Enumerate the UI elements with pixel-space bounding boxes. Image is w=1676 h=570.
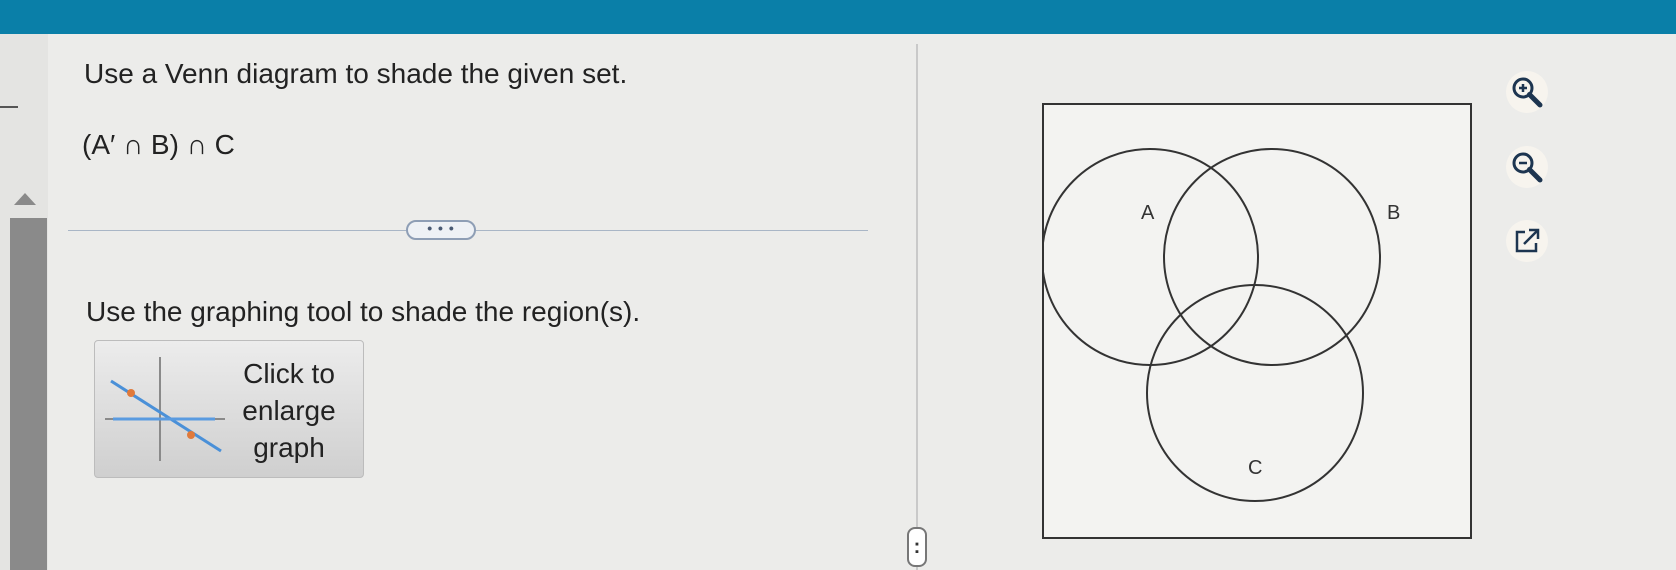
label-b: B — [1387, 202, 1400, 224]
zoom-out-icon — [1512, 152, 1543, 183]
enlarge-label-line-3: graph — [253, 432, 325, 463]
scroll-up-arrow-icon[interactable] — [14, 193, 36, 205]
scrollbar-track[interactable] — [10, 218, 47, 570]
label-a: A — [1141, 202, 1155, 224]
zoom-out-button[interactable] — [1506, 146, 1548, 188]
top-bar — [0, 0, 1676, 34]
label-c: C — [1248, 457, 1262, 479]
zoom-in-button[interactable] — [1506, 71, 1548, 113]
enlarge-label-line-1: Click to — [243, 358, 335, 389]
external-link-icon — [1515, 228, 1540, 253]
pane-resize-handle[interactable]: : — [907, 527, 927, 567]
enlarge-label-line-2: enlarge — [242, 395, 336, 426]
zoom-in-icon — [1512, 77, 1543, 108]
venn-diagram[interactable]: A B C — [1042, 103, 1474, 541]
graph-instruction: Use the graphing tool to shade the regio… — [86, 296, 641, 327]
graph-thumbnail-icon — [105, 357, 225, 461]
rail-tick — [0, 106, 18, 108]
open-external-button[interactable] — [1506, 220, 1548, 262]
pane-divider — [916, 44, 918, 570]
enlarge-graph-label: Click to enlarge graph — [229, 355, 349, 466]
question-instruction: Use a Venn diagram to shade the given se… — [84, 58, 628, 89]
enlarge-graph-button[interactable]: Click to enlarge graph — [94, 340, 364, 478]
show-more-button[interactable]: • • • — [406, 220, 476, 240]
set-expression: (A′ ∩ B) ∩ C — [82, 129, 235, 160]
